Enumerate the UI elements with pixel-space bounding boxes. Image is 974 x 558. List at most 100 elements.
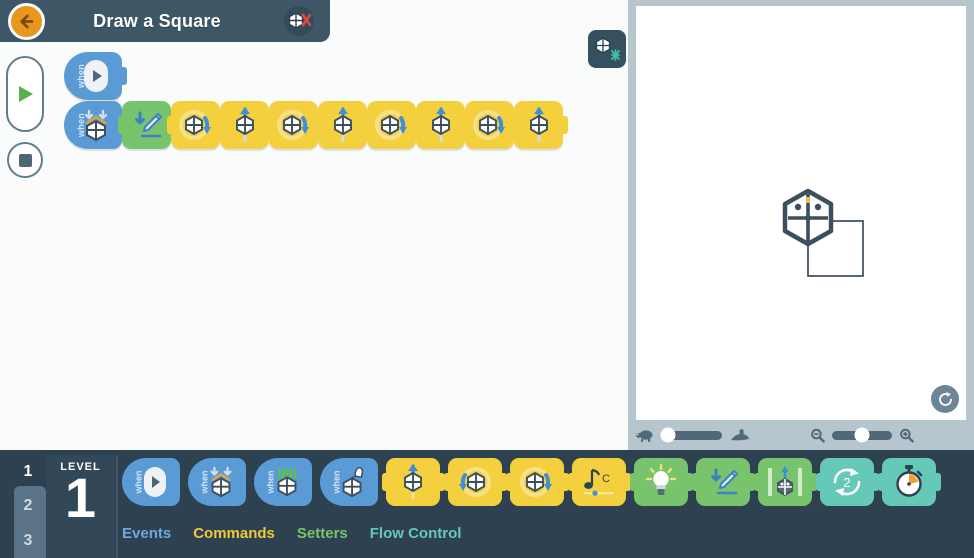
current-level-display: LEVEL 1 [46,455,115,558]
move-forward-icon [398,463,428,501]
turn-right-block[interactable] [461,101,519,149]
palette-play-note-block[interactable]: C [568,458,631,506]
robot-on-line-icon [271,465,303,499]
turn-right-icon [275,107,313,143]
speed-slider-knob[interactable] [660,427,676,443]
turn-right-block[interactable] [167,101,225,149]
move-forward-icon [230,106,260,144]
move-forward-icon [524,106,554,144]
reset-stage-button[interactable] [931,385,959,413]
rabbit-icon [731,428,749,440]
palette-robot-speed-block[interactable] [754,458,817,506]
robot-speed-icon [765,463,805,501]
tab-commands[interactable]: Commands [193,525,275,545]
category-tabs: Events Commands Setters Flow Control [122,525,461,545]
robot-connect-button[interactable] [588,30,626,68]
when-label: when [199,470,210,494]
move-forward-icon [328,106,358,144]
tab-setters[interactable]: Setters [297,525,348,545]
turn-right-icon [373,107,411,143]
tab-flow-control[interactable]: Flow Control [370,525,462,545]
tab-events[interactable]: Events [122,525,171,545]
robot-icon [782,188,834,247]
when-label: when [265,470,276,494]
back-button[interactable] [8,3,45,40]
move-forward-block[interactable] [510,101,568,149]
move-forward-block[interactable] [314,101,372,149]
level-option-2[interactable]: 2 [24,497,33,515]
stage-control-bar [636,420,966,450]
wait-timer-icon [892,463,926,501]
play-icon [83,59,109,93]
robot-connect-icon [595,37,620,61]
move-forward-block[interactable] [412,101,470,149]
speed-slider[interactable] [660,427,722,443]
simulation-stage[interactable] [636,6,966,420]
svg-text:C: C [602,473,610,485]
level-option-3[interactable]: 3 [24,532,33,550]
palette-wait-block[interactable] [878,458,941,506]
when-play-block[interactable]: when [64,52,127,100]
when-label: when [76,112,87,138]
speed-slider-group [636,427,750,443]
when-label: when [133,470,144,494]
turn-left-icon [456,464,494,500]
palette-move-forward-block[interactable] [382,458,445,506]
turtle-icon [636,429,653,442]
robot-disconnected-icon[interactable] [284,6,314,36]
turn-right-icon [471,107,509,143]
palette-pen-down-block[interactable] [692,458,755,506]
palette-turn-left-block[interactable] [444,458,507,506]
stage-canvas [782,188,864,277]
repeat-count: 2 [843,475,850,490]
palette-light-block[interactable] [630,458,693,506]
palette-when-on-line-block[interactable]: when [254,458,312,506]
turn-right-block[interactable] [265,101,323,149]
palette-when-tapped-block[interactable]: when [320,458,378,506]
when-placed-down-block[interactable]: when [64,101,127,149]
turn-right-icon [177,107,215,143]
pen-down-icon [129,107,165,143]
pen-down-block[interactable] [118,101,176,149]
when-label: when [331,470,342,494]
when-label: when [76,63,87,89]
pen-down-icon [705,464,741,500]
block-workspace[interactable]: when when [0,0,628,450]
light-bulb-icon [643,463,679,501]
run-button[interactable] [6,56,44,132]
palette-block-list: when when when when C 2 [122,458,941,506]
play-icon [143,466,167,498]
palette-repeat-block[interactable]: 2 [816,458,879,506]
zoom-slider-group [810,427,914,443]
back-arrow-icon [20,14,34,29]
turn-right-block[interactable] [363,101,421,149]
repeat-icon: 2 [828,464,866,500]
move-forward-block[interactable] [216,101,274,149]
play-note-icon: C [578,463,620,501]
palette-turn-right-block[interactable] [506,458,569,506]
page-title: Draw a Square [93,10,221,31]
palette-divider [116,455,118,558]
turn-right-icon [518,464,556,500]
app-header: Draw a Square [0,0,330,42]
zoom-slider[interactable] [832,427,892,443]
zoom-out-icon [811,428,825,443]
refresh-icon [938,391,952,406]
palette-when-play-block[interactable]: when [122,458,180,506]
zoom-slider-knob[interactable] [854,427,870,443]
robot-tapped-icon [337,465,369,499]
play-icon [19,86,33,102]
level-number-list[interactable]: 1 2 3 [10,455,46,558]
simulation-stage-panel [628,0,974,450]
level-selector[interactable]: 1 2 3 LEVEL 1 [10,455,115,558]
stop-button[interactable] [7,142,43,178]
zoom-in-icon [900,428,914,443]
program-event-block-play[interactable]: when [64,52,127,100]
level-option-1[interactable]: 1 [24,463,33,481]
palette-when-placed-down-block[interactable]: when [188,458,246,506]
level-value: 1 [64,466,97,529]
move-forward-icon [426,106,456,144]
program-block-sequence[interactable]: when [64,101,568,149]
robot-placed-down-icon [205,465,237,499]
stop-icon [18,153,32,167]
